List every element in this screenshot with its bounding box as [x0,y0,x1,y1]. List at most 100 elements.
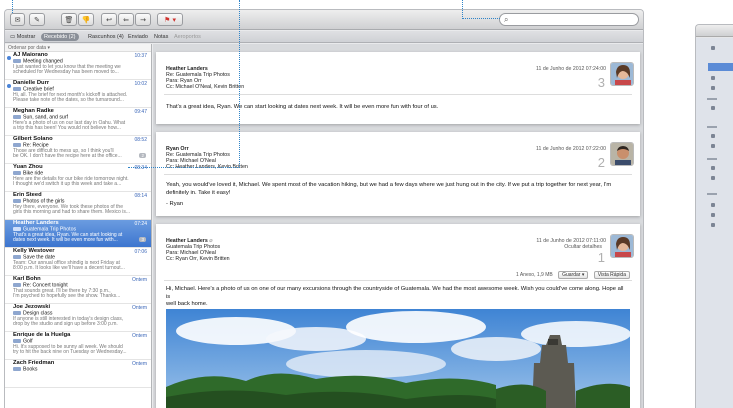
list-preview: a trip this has been! You would not beli… [13,125,121,132]
mailbox-tag-icon [13,338,21,343]
message-body: That's a great idea, Ryan. We can start … [166,104,439,110]
mailbox-tag-icon [13,58,21,63]
secondary-window [695,24,733,408]
favorite-reminders[interactable]: Aeroportos [171,33,204,41]
thread-count-badge: 3 [139,237,146,242]
mailbox-tag-icon [13,254,21,259]
message-card[interactable]: Heather Landers ⌀ Guatemala Trip Photos … [156,224,640,408]
message-header: Heather Landers Re: Guatemala Trip Photo… [166,66,244,90]
body-line: Yeah, you would've loved it, Michael. We… [166,182,612,188]
item-icon [711,106,715,110]
list-time: 10:37 [134,53,147,59]
list-preview: try to hit the back nine on Tuesday or W… [13,349,127,356]
message-date: 11 de Junho de 2012 07:22:00 [536,146,606,152]
message-date: 11 de Junho de 2012 07:24:00 [536,66,606,72]
favorite-sent[interactable]: Enviado [125,33,151,41]
save-attachment-button[interactable]: Guardar ▾ [558,271,589,279]
message-list-item[interactable]: Erin Steed 08:14 Photos of the girls Hey th… [5,192,151,220]
reply-button[interactable]: ↩ [101,13,117,26]
show-mailboxes-button[interactable]: ▭ Mostrar [7,33,38,41]
list-time: Ontem [131,277,147,283]
cc-line: Cc: Michael O'Neal, Kevin Britten [166,84,245,90]
item-icon [711,86,715,90]
flag-icon: ⚑ ▾ [163,16,176,24]
callout-line [462,0,463,19]
item-icon [711,166,715,170]
message-list-item[interactable]: Zach Friedman Ontem Books [5,360,151,388]
favorites-bar: ▭ Mostrar Recebido (2) Rascunhos (4) Env… [5,31,643,43]
message-list-item[interactable]: Yuan Zhou 08:34 Bike ride Here are the deta… [5,164,151,192]
list-subject: Books [23,365,38,372]
forward-icon: → [140,16,146,24]
attached-photo[interactable] [166,309,630,408]
item-icon [711,134,715,138]
sort-control[interactable]: Ordenar por data ▾ [5,44,151,52]
toolbar: ✉ ✎ 🗑 👎 ↩ ⇐ → ⚑ ▾ ⌕ [5,10,643,30]
signature: - Ryan [166,201,184,207]
message-number: 3 [597,75,605,90]
delete-button[interactable]: 🗑 [61,13,77,26]
message-card[interactable]: Ryan Orr Re: Guatemala Trip Photos Para:… [156,132,640,216]
reply-icon: ↩ [106,16,112,24]
list-time: Ontem [131,333,147,339]
message-list-item[interactable]: Kelly Westover 07:06 Save the date Team: Ou… [5,248,151,276]
list-time: 10:02 [134,81,147,87]
conversation-view: Heather Landers Re: Guatemala Trip Photo… [153,44,643,408]
item-icon [711,76,715,80]
search-icon: ⌕ [504,15,509,24]
item-icon [711,213,715,217]
message-list-item[interactable]: Joe Jezowski Ontem Design class If anyone i… [5,304,151,332]
favorite-drafts[interactable]: Rascunhos (4) [85,33,127,41]
secondary-window-sidebar [696,38,733,408]
forward-button[interactable]: → [135,13,151,26]
message-list-item[interactable]: Heather Landers 07:24 Guatemala Trip Photo… [5,220,151,248]
mailbox-tag-icon [13,170,21,175]
callout-line [462,18,500,19]
message-list-item[interactable]: Karl Bohn Ontem Re: Concert tonight That so… [5,276,151,304]
item-icon [711,203,715,207]
list-preview: I thought we'd switch it up this week an… [13,181,122,188]
message-list-item[interactable]: AJ Maiorano 10:37 Meeting changed I just wa… [5,52,151,80]
list-time: 08:14 [134,193,147,199]
message-header: Heather Landers ⌀ Guatemala Trip Photos … [166,238,230,262]
message-list-item[interactable]: Danielle Durr 10:02 Creative brief Hi, all.… [5,80,151,108]
attachment-bar: 1 Anexo, 1,9 MB Guardar ▾ Vista Rápida [516,271,630,279]
body-line: definitely in. Take it easy! [166,189,231,196]
mailbox-tag-icon [13,366,21,371]
message-list-item[interactable]: Meghan Radke 09:47 Sun, sand, and surf Here… [5,108,151,136]
avatar [610,234,634,258]
favorite-inbox[interactable]: Recebido (2) [41,33,79,41]
junk-button[interactable]: 👎 [78,13,94,26]
list-subject-row: Books [13,365,148,373]
reply-all-button[interactable]: ⇐ [118,13,134,26]
message-list-item[interactable]: Gilbert Solano 08:52 Re: Recipe Those are d… [5,136,151,164]
message-list[interactable]: Ordenar por data ▾ AJ Maiorano 10:37 Meeti… [5,44,152,408]
compose-button[interactable]: ✎ [29,13,45,26]
list-time: Ontem [131,361,147,367]
message-card[interactable]: Heather Landers Re: Guatemala Trip Photo… [156,52,640,124]
group-header [707,158,717,160]
group-header [707,193,717,195]
hide-details-link[interactable]: Ocultar detalhes [564,244,602,250]
list-preview: 8:00 p.m. It looks like we'll have a dec… [13,265,125,272]
group-header [707,126,717,128]
list-preview: I'm psyched to hopefully see the show. T… [13,293,121,300]
divider [164,174,632,175]
favorite-notes[interactable]: Notas [151,33,171,41]
selected-item [708,63,733,71]
list-preview: be OK. I don't have the recipe here at t… [13,153,122,160]
cc-line: Cc: Ryan Orr, Kevin Britten [166,256,230,262]
mailbox-tag-icon [13,226,21,231]
secondary-window-titlebar [696,25,733,37]
trash-icon: 🗑 [64,16,74,24]
get-mail-button[interactable]: ✉ [10,13,25,26]
screen: ✉ ✎ 🗑 👎 ↩ ⇐ → ⚑ ▾ ⌕ ▭ Mostrar Recebido (… [0,0,733,408]
mailbox-tag-icon [13,142,21,147]
mailbox-icon: ▭ [10,34,17,40]
body-line: well back home. [166,301,208,307]
quick-look-button[interactable]: Vista Rápida [593,271,630,279]
search-field[interactable]: ⌕ [499,13,639,26]
unread-indicator-icon [7,84,11,88]
message-list-item[interactable]: Enrique de la Huelga Ontem Golf Hi. It's su… [5,332,151,360]
flag-button[interactable]: ⚑ ▾ [157,13,183,26]
